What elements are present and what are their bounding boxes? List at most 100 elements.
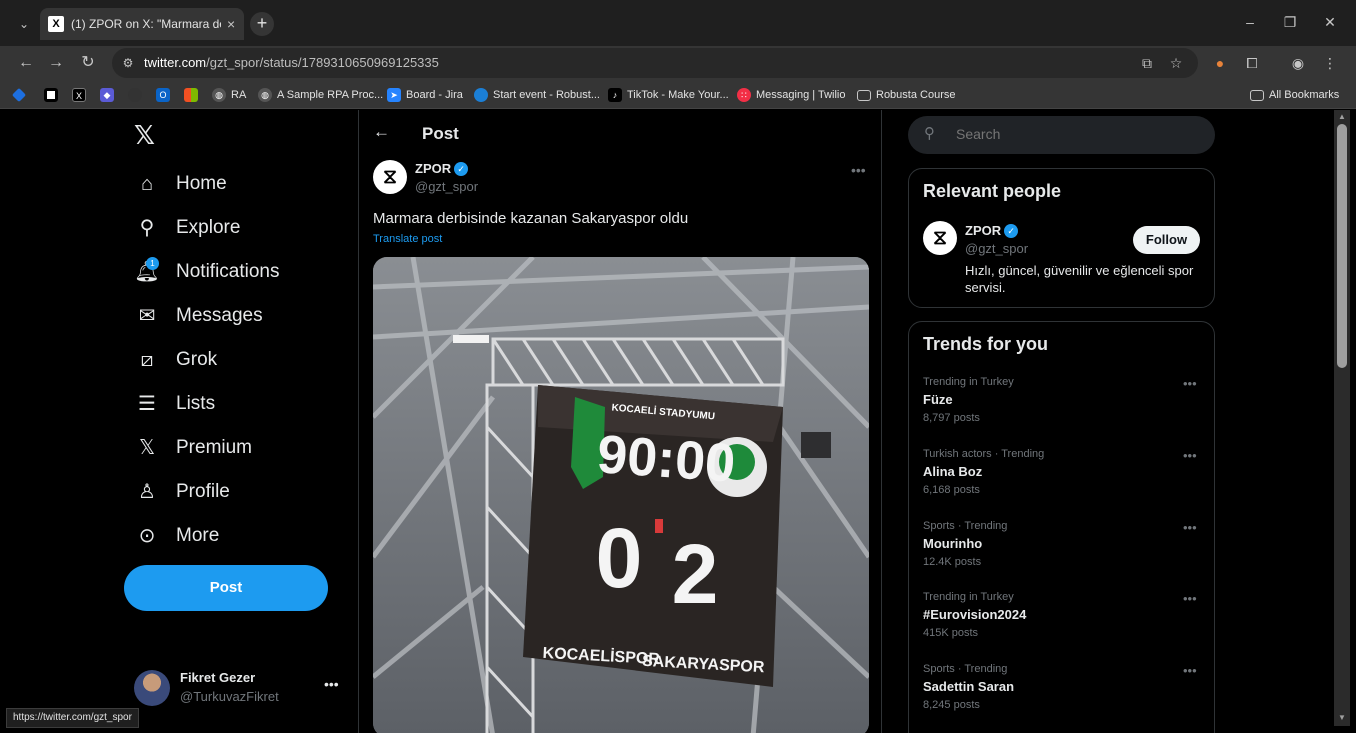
x-favicon-icon: X bbox=[48, 16, 64, 32]
bookmark-2[interactable] bbox=[44, 87, 63, 103]
trend-more-icon[interactable]: ••• bbox=[1183, 448, 1197, 463]
globe-icon: ◍ bbox=[212, 88, 226, 102]
close-window-button[interactable]: ✕ bbox=[1320, 12, 1340, 32]
tab-close-icon[interactable]: × bbox=[227, 16, 235, 32]
post-image[interactable]: KOCAELİ STADYUMU 90:00 0 2 KOCAELİSPOR S… bbox=[373, 257, 869, 733]
extension-icon[interactable]: ● bbox=[1210, 53, 1230, 73]
nav-label: Messages bbox=[176, 305, 263, 326]
bookmark-tiktok[interactable]: ♪ TikTok - Make Your... bbox=[608, 87, 729, 103]
mail-icon: ✉ bbox=[138, 305, 156, 327]
trend-count: 8,797 posts bbox=[923, 412, 980, 424]
author-avatar[interactable]: ⧖ bbox=[373, 160, 407, 194]
site-info-icon[interactable]: ⚙ bbox=[120, 55, 136, 71]
trend-more-icon[interactable]: ••• bbox=[1183, 520, 1197, 535]
trend-count: 12.4K posts bbox=[923, 556, 982, 568]
nav-profile[interactable]: ♙ Profile bbox=[134, 470, 230, 514]
relevant-bio: Hızlı, güncel, güvenilir ve eğlenceli sp… bbox=[965, 263, 1194, 295]
bookmark-ra[interactable]: ◍ RA bbox=[212, 87, 246, 103]
nav-label: More bbox=[176, 525, 220, 546]
bookmark-4[interactable]: ◆ bbox=[100, 87, 119, 103]
bookmark-3[interactable]: X bbox=[72, 87, 91, 103]
trend-more-icon[interactable]: ••• bbox=[1183, 663, 1197, 678]
nav-label: Lists bbox=[176, 393, 216, 414]
bookmark-robusta[interactable]: Start event - Robust... bbox=[474, 87, 600, 103]
page-title: Post bbox=[422, 124, 459, 143]
more-circle-icon: ⊙ bbox=[138, 525, 156, 547]
scroll-up-icon[interactable]: ▲ bbox=[1338, 113, 1346, 121]
nav-notifications[interactable]: 🔔︎ 1 Notifications bbox=[134, 250, 280, 294]
back-button[interactable]: ← bbox=[16, 53, 36, 73]
search-box[interactable]: ⚲ bbox=[908, 116, 1215, 154]
nav-premium[interactable]: 𝕏 Premium bbox=[134, 426, 252, 470]
relevant-people-title: Relevant people bbox=[923, 181, 1062, 201]
forward-button[interactable]: → bbox=[46, 53, 66, 73]
scroll-thumb[interactable] bbox=[1337, 124, 1347, 368]
trend-item[interactable]: Trending in Turkey #Eurovision2024 415K … bbox=[923, 591, 1203, 655]
home-score: 0 bbox=[596, 511, 643, 605]
minimize-button[interactable]: – bbox=[1240, 12, 1260, 32]
nav-label: Notifications bbox=[176, 261, 280, 282]
folder-icon bbox=[1250, 89, 1264, 101]
back-arrow-icon[interactable]: ← bbox=[373, 122, 390, 142]
bookmark-folder[interactable]: Robusta Course bbox=[857, 87, 956, 103]
author-handle[interactable]: @gzt_spor bbox=[415, 179, 478, 194]
trend-meta: Sports · Trending bbox=[923, 663, 1008, 675]
trend-more-icon[interactable]: ••• bbox=[1183, 376, 1197, 391]
install-app-icon[interactable]: ⧉ bbox=[1138, 54, 1156, 72]
new-tab-button[interactable]: + bbox=[250, 12, 274, 36]
nav-grok[interactable]: ⧄ Grok bbox=[134, 338, 218, 382]
address-bar[interactable]: ⚙ twitter.com/gzt_spor/status/1789310650… bbox=[112, 48, 1198, 78]
browser-menu-icon[interactable]: ⋮ bbox=[1320, 53, 1340, 73]
bookmark-rpa[interactable]: ◍ A Sample RPA Proc... bbox=[258, 87, 383, 103]
post-button[interactable]: Post bbox=[124, 565, 328, 611]
nav-explore[interactable]: ⚲ Explore bbox=[134, 206, 241, 250]
folder-icon bbox=[857, 89, 871, 101]
reload-button[interactable]: ↻ bbox=[78, 53, 98, 73]
avatar bbox=[134, 670, 170, 706]
x-logo-icon[interactable]: 𝕏 bbox=[134, 122, 160, 148]
author-name[interactable]: ZPOR ✓ bbox=[415, 161, 469, 176]
post-more-icon[interactable]: ••• bbox=[851, 162, 866, 178]
post-text: Marmara derbisinde kazanan Sakaryaspor o… bbox=[373, 210, 689, 227]
microsoft-icon bbox=[184, 88, 198, 102]
bookmark-1[interactable] bbox=[11, 87, 29, 103]
nav-lists[interactable]: ☰ Lists bbox=[134, 382, 215, 426]
relevant-avatar[interactable]: ⧖ bbox=[923, 221, 957, 255]
page-scrollbar[interactable]: ▲ ▼ bbox=[1334, 110, 1350, 726]
bookmark-twilio[interactable]: ∷ Messaging | Twilio bbox=[737, 87, 845, 103]
trend-item[interactable]: Trending in Turkey Füze 8,797 posts ••• bbox=[923, 376, 1203, 440]
github-icon bbox=[128, 88, 142, 102]
trend-item[interactable]: Sports · Trending Mourinho 12.4K posts •… bbox=[923, 520, 1203, 584]
nav-messages[interactable]: ✉ Messages bbox=[134, 294, 263, 338]
blue-diamond-icon bbox=[11, 87, 27, 103]
all-bookmarks[interactable]: All Bookmarks bbox=[1250, 87, 1339, 103]
bookmark-6[interactable]: O bbox=[156, 87, 175, 103]
url-text[interactable]: twitter.com/gzt_spor/status/178931065096… bbox=[144, 55, 439, 70]
trend-more-icon[interactable]: ••• bbox=[1183, 591, 1197, 606]
away-score: 2 bbox=[672, 527, 719, 621]
relevant-people-card: Relevant people ⧖ ZPOR ✓ @gzt_spor Follow… bbox=[908, 168, 1215, 308]
follow-button[interactable]: Follow bbox=[1133, 226, 1200, 254]
relevant-name[interactable]: ZPOR ✓ bbox=[965, 223, 1019, 238]
scroll-down-icon[interactable]: ▼ bbox=[1338, 714, 1346, 722]
search-input[interactable] bbox=[956, 126, 1196, 142]
trend-item[interactable]: Sports · Trending Sadettin Saran 8,245 p… bbox=[923, 663, 1203, 727]
restore-button[interactable]: ❐ bbox=[1280, 12, 1300, 32]
profile-avatar-icon[interactable]: ◉ bbox=[1288, 53, 1308, 73]
tab-search-button[interactable]: ⌄ bbox=[14, 14, 34, 34]
browser-tab[interactable]: X (1) ZPOR on X: "Marmara derbis × bbox=[40, 8, 244, 40]
browser-tab-bar: ⌄ X (1) ZPOR on X: "Marmara derbis × + –… bbox=[0, 0, 1356, 46]
bookmark-star-icon[interactable]: ☆ bbox=[1167, 54, 1185, 72]
extensions-puzzle-icon[interactable]: ⧠ bbox=[1242, 53, 1262, 73]
account-switcher[interactable]: Fikret Gezer @TurkuvazFikret ••• bbox=[134, 668, 344, 708]
translate-link[interactable]: Translate post bbox=[373, 233, 442, 245]
nav-more[interactable]: ⊙ More bbox=[134, 514, 220, 558]
home-icon: ⌂ bbox=[140, 173, 154, 195]
bookmark-5[interactable] bbox=[128, 87, 147, 103]
bookmark-7[interactable] bbox=[184, 87, 203, 103]
bookmark-jira[interactable]: ➤ Board - Jira bbox=[387, 87, 463, 103]
relevant-handle[interactable]: @gzt_spor bbox=[965, 241, 1028, 256]
more-icon[interactable]: ••• bbox=[324, 676, 339, 692]
trend-item[interactable]: Turkish actors · Trending Alina Boz 6,16… bbox=[923, 448, 1203, 512]
nav-home[interactable]: ⌂ Home bbox=[134, 162, 227, 206]
